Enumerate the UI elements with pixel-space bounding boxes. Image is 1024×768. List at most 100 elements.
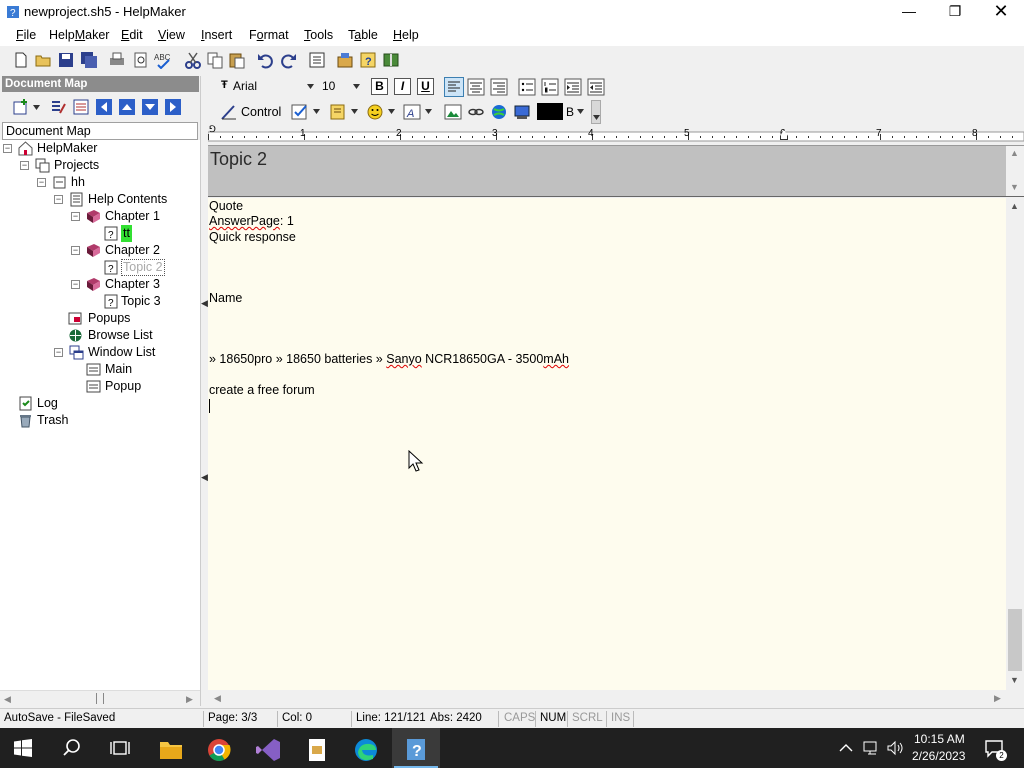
tree-node-log[interactable]: Log <box>37 395 58 412</box>
font-size-select[interactable]: 10 <box>320 77 366 96</box>
dropdown-arrow-icon[interactable] <box>577 109 584 114</box>
collapse-toggle[interactable]: − <box>54 348 63 357</box>
tree-node-browse-list[interactable]: Browse List <box>88 327 153 344</box>
collapse-left-icon[interactable]: ◀ <box>201 298 208 309</box>
web-link-icon[interactable] <box>490 103 508 121</box>
task-view-icon[interactable] <box>110 738 130 758</box>
tree-node-window-list[interactable]: Window List <box>88 344 155 361</box>
tree-node-help-contents[interactable]: Help Contents <box>88 191 167 208</box>
ruler[interactable]: ⅁ 1 2 3 4 5 6 7 8 <box>208 124 1024 143</box>
tree-node-topic-2[interactable]: Topic 2 <box>121 259 165 276</box>
tree-node-chapter-1[interactable]: Chapter 1 <box>105 208 160 225</box>
restore-button[interactable]: ❐ <box>932 0 978 24</box>
text-style-icon[interactable]: A <box>403 103 421 121</box>
chevron-up-icon[interactable] <box>839 743 853 753</box>
collapse-left-icon[interactable]: ◀ <box>201 472 208 483</box>
windows-start-icon[interactable] <box>14 739 32 757</box>
collapse-toggle[interactable]: − <box>20 161 29 170</box>
copy-icon[interactable] <box>206 51 224 69</box>
scroll-thumb[interactable] <box>1008 609 1022 671</box>
chrome-icon[interactable] <box>197 732 241 768</box>
tree-node-tt[interactable]: tt <box>121 225 132 242</box>
clock-time[interactable]: 10:15 AM <box>914 732 965 746</box>
indent-icon[interactable] <box>564 78 582 96</box>
menu-tools[interactable]: Tools <box>304 28 333 42</box>
editor-vertical-scrollbar[interactable]: ▲ ▼ <box>1006 198 1024 690</box>
menu-helpmaker[interactable]: HelpMaker <box>49 28 109 42</box>
collapse-toggle[interactable]: − <box>71 212 80 221</box>
edit-topic-icon[interactable] <box>49 98 67 116</box>
dropdown-arrow-icon[interactable] <box>351 109 358 114</box>
dropdown-arrow-icon[interactable] <box>425 109 432 114</box>
ruler-start-marker[interactable]: ⅁ <box>209 124 216 135</box>
down-icon[interactable] <box>141 98 159 116</box>
menu-edit[interactable]: Edit <box>121 28 143 42</box>
help-file-icon[interactable]: ? <box>359 51 377 69</box>
compile-icon[interactable] <box>336 51 354 69</box>
outdent-icon[interactable] <box>587 78 605 96</box>
tree-node-topic-3[interactable]: Topic 3 <box>121 293 161 310</box>
collapse-toggle[interactable]: − <box>37 178 46 187</box>
menu-help[interactable]: Help <box>393 28 419 42</box>
collapse-toggle[interactable]: − <box>71 280 80 289</box>
first-icon[interactable] <box>95 98 113 116</box>
tree-node-projects[interactable]: Projects <box>54 157 99 174</box>
media-icon[interactable] <box>513 103 531 121</box>
menu-file[interactable]: File <box>16 28 36 42</box>
panel-splitter[interactable]: ◀ ◀ <box>200 76 208 706</box>
edge-icon[interactable] <box>344 732 388 768</box>
bold-button[interactable]: B <box>371 78 388 95</box>
align-left-icon[interactable] <box>444 77 464 97</box>
tree-node-popup[interactable]: Popup <box>105 378 141 395</box>
collapse-toggle[interactable]: − <box>3 144 12 153</box>
tree-node-popups[interactable]: Popups <box>88 310 130 327</box>
visual-studio-icon[interactable] <box>246 732 290 768</box>
add-topic-icon[interactable] <box>12 98 30 116</box>
toolbar-overflow-button[interactable] <box>591 100 601 124</box>
close-button[interactable]: ✕ <box>978 0 1024 24</box>
tree-node-helpmaker[interactable]: HelpMaker <box>37 140 97 157</box>
up-icon[interactable] <box>118 98 136 116</box>
helpmaker-taskbar-icon[interactable]: ? <box>394 732 438 768</box>
menu-table[interactable]: Table <box>348 28 378 42</box>
minimize-button[interactable]: — <box>886 0 932 24</box>
collapse-toggle[interactable]: − <box>54 195 63 204</box>
paste-icon[interactable] <box>228 51 246 69</box>
editor-horizontal-scrollbar[interactable]: ◀ ▶ <box>208 690 1006 706</box>
font-family-select[interactable]: Ŧ Arial <box>218 77 318 96</box>
topic-list-icon[interactable] <box>72 98 90 116</box>
last-icon[interactable] <box>164 98 182 116</box>
volume-icon[interactable] <box>886 740 904 756</box>
print-icon[interactable] <box>108 51 126 69</box>
align-center-icon[interactable] <box>467 78 485 96</box>
numbered-list-icon[interactable] <box>541 78 559 96</box>
open-folder-icon[interactable] <box>34 51 52 69</box>
tree-node-trash[interactable]: Trash <box>37 412 69 429</box>
print-preview-icon[interactable] <box>132 51 150 69</box>
bullet-list-icon[interactable] <box>518 78 536 96</box>
menu-format[interactable]: Format <box>249 28 289 42</box>
undo-icon[interactable] <box>256 51 274 69</box>
menu-view[interactable]: View <box>158 28 185 42</box>
align-right-icon[interactable] <box>490 78 508 96</box>
underline-button[interactable]: U <box>417 78 434 95</box>
link-icon[interactable] <box>467 103 485 121</box>
collapse-toggle[interactable]: − <box>71 246 80 255</box>
color-swatch[interactable] <box>537 103 563 120</box>
header-scrollbar[interactable]: ▲ ▼ <box>1006 146 1024 196</box>
editor-area[interactable]: Quote AnswerPage: 1 Quick response Name … <box>208 198 1006 690</box>
tree-node-main[interactable]: Main <box>105 361 132 378</box>
emoticon-icon[interactable] <box>366 103 384 121</box>
search-icon[interactable] <box>62 738 82 758</box>
tree-horizontal-scrollbar[interactable]: ◀ ▶ <box>0 690 200 706</box>
tree-node-chapter-2[interactable]: Chapter 2 <box>105 242 160 259</box>
network-icon[interactable] <box>863 740 881 756</box>
control-button[interactable]: Control <box>241 105 281 119</box>
dropdown-arrow-icon[interactable] <box>388 109 395 114</box>
clock-date[interactable]: 2/26/2023 <box>912 749 965 763</box>
save-all-icon[interactable] <box>80 51 98 69</box>
menu-insert[interactable]: Insert <box>201 28 232 42</box>
book-icon[interactable] <box>382 51 400 69</box>
dropdown-arrow-icon[interactable] <box>313 109 320 114</box>
note-icon[interactable] <box>329 103 347 121</box>
